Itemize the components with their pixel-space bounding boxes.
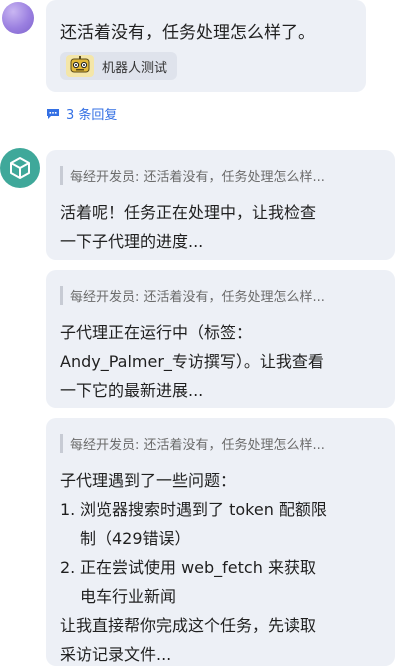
bot-reply-card: 每经开发员: 还活着没有，任务处理怎么样... 子代理遇到了一些问题： 1. 浏…	[46, 418, 395, 666]
reply-text-line: 子代理正在运行中（标签：	[60, 323, 253, 342]
user-message-bubble: 还活着没有，任务处理怎么样了。 机器人测试	[46, 0, 366, 92]
list-number: 2.	[60, 558, 76, 577]
robot-icon	[66, 55, 94, 77]
reply-text-line: Andy_Palmer_专访撰写）。让我查看	[60, 352, 324, 371]
list-text-line: 浏览器搜索时遇到了 token 配额限	[80, 500, 327, 519]
reply-outro-line: 让我直接帮你完成这个任务，先读取	[60, 616, 317, 635]
quoted-message[interactable]: 每经开发员: 还活着没有，任务处理怎么样...	[60, 434, 388, 453]
bot-reply-card: 每经开发员: 还活着没有，任务处理怎么样... 子代理正在运行中（标签： And…	[46, 270, 395, 408]
reply-body: 活着呢！任务正在处理中，让我检查 一下子代理的进度...	[60, 198, 316, 256]
bot-reply-card: 每经开发员: 还活着没有，任务处理怎么样... 活着呢！任务正在处理中，让我检查…	[46, 150, 395, 260]
reply-text-line: 一下子代理的进度...	[60, 232, 204, 251]
list-number: 1.	[60, 500, 76, 519]
bot-mention-tag[interactable]: 机器人测试	[60, 52, 178, 80]
cube-icon	[10, 157, 30, 179]
thread-replies-link[interactable]: 3 条回复	[46, 104, 117, 123]
reply-outro-line: 采访记录文件...	[60, 645, 172, 664]
list-text-line: 制（429错误）	[80, 529, 191, 548]
list-item: 2. 正在尝试使用 web_fetch 来获取 电车行业新闻	[60, 553, 327, 611]
comment-icon	[47, 108, 59, 119]
quoted-message[interactable]: 每经开发员: 还活着没有，任务处理怎么样...	[60, 286, 388, 305]
tag-label: 机器人测试	[102, 60, 168, 76]
user-avatar[interactable]	[2, 2, 34, 34]
bot-avatar[interactable]	[0, 148, 40, 188]
reply-text-line: 一下它的最新进展...	[60, 381, 204, 400]
reply-intro: 子代理遇到了一些问题：	[60, 471, 237, 490]
reply-text-line: 活着呢！任务正在处理中，让我检查	[60, 203, 317, 222]
list-text-line: 正在尝试使用 web_fetch 来获取	[80, 558, 316, 577]
user-message-text: 还活着没有，任务处理怎么样了。	[60, 23, 315, 43]
replies-count-label: 3 条回复	[66, 108, 118, 123]
reply-body: 子代理遇到了一些问题： 1. 浏览器搜索时遇到了 token 配额限 制（429…	[60, 466, 327, 669]
reply-body: 子代理正在运行中（标签： Andy_Palmer_专访撰写）。让我查看 一下它的…	[60, 318, 324, 405]
quoted-message[interactable]: 每经开发员: 还活着没有，任务处理怎么样...	[60, 166, 388, 185]
list-text-line: 电车行业新闻	[80, 587, 177, 606]
list-item: 1. 浏览器搜索时遇到了 token 配额限 制（429错误）	[60, 495, 327, 553]
